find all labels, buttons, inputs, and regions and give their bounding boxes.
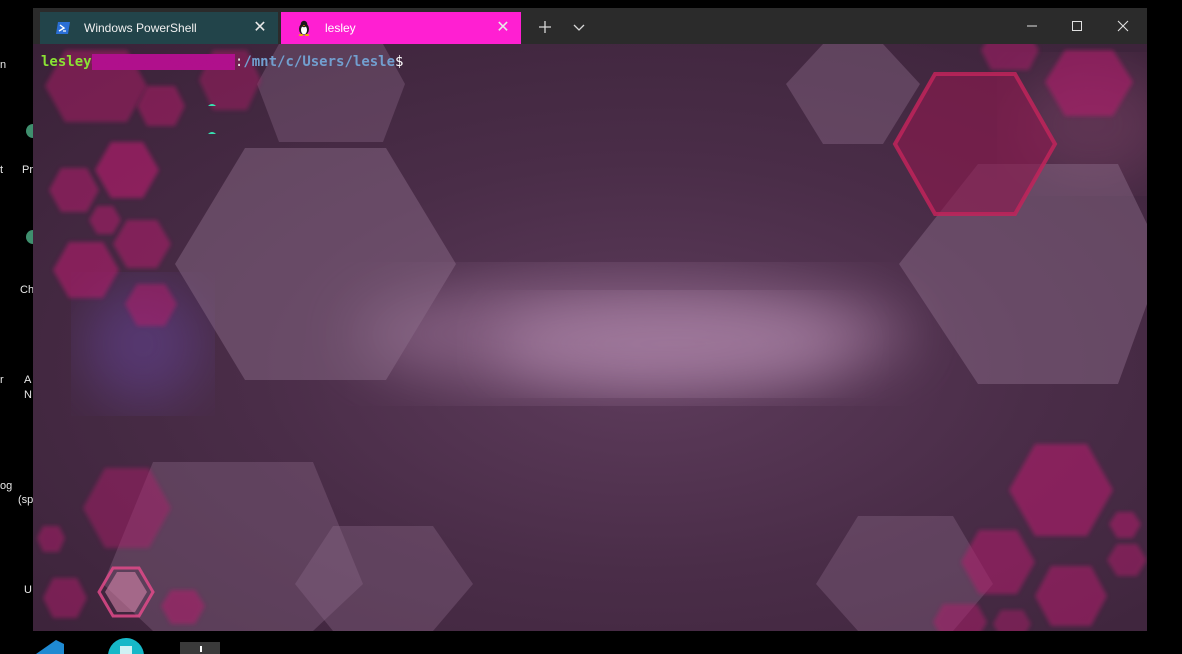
terminal-content[interactable]: lesley@DESKTOP-XXXXXXXX:/mnt/c/Users/les…: [33, 44, 1147, 631]
close-tab-icon[interactable]: ✕: [495, 20, 511, 36]
desktop-label: Pr: [22, 164, 33, 176]
minimize-button[interactable]: [1009, 8, 1055, 44]
close-icon: [1117, 20, 1129, 32]
desktop-label: r: [0, 374, 4, 386]
close-window-button[interactable]: [1100, 8, 1146, 44]
plus-icon: [539, 21, 551, 33]
windows-terminal-window: Windows PowerShell ✕ lesley ✕ lesley@DES…: [33, 8, 1147, 631]
desktop-label: t: [0, 164, 4, 176]
tab-dropdown-button[interactable]: [563, 12, 595, 42]
vscode-taskbar-icon[interactable]: [28, 636, 72, 654]
desktop-label: U: [24, 584, 32, 596]
desktop-label: N: [24, 389, 32, 401]
tab-label: lesley: [325, 21, 356, 35]
linux-penguin-icon: [295, 19, 313, 37]
desktop-label: (sp: [18, 494, 34, 506]
title-bar[interactable]: Windows PowerShell ✕ lesley ✕: [33, 8, 1147, 44]
minimize-icon: [1027, 25, 1037, 27]
app-taskbar-icon[interactable]: [104, 636, 148, 654]
new-tab-button[interactable]: [529, 12, 561, 42]
hexagon-background-image: [37, 44, 1147, 631]
maximize-icon: [1072, 21, 1082, 31]
prompt-user: lesley: [41, 54, 92, 70]
desktop-label: A: [24, 374, 32, 386]
chevron-down-icon: [573, 24, 585, 31]
prompt-path: /mnt/c/Users/lesle: [243, 54, 396, 70]
prompt-dollar: $: [395, 54, 404, 70]
terminal-taskbar-icon[interactable]: [178, 636, 222, 654]
powershell-icon: [54, 19, 72, 37]
desktop-label: Ch: [20, 284, 35, 296]
tab-label: Windows PowerShell: [84, 21, 197, 35]
tab-windows-powershell[interactable]: Windows PowerShell ✕: [40, 12, 278, 44]
desktop-label: og: [0, 480, 13, 492]
maximize-button[interactable]: [1054, 8, 1100, 44]
shell-prompt[interactable]: lesley@DESKTOP-XXXXXXXX:/mnt/c/Users/les…: [41, 53, 403, 71]
tab-lesley[interactable]: lesley ✕: [281, 12, 521, 44]
prompt-host-redacted: @DESKTOP-XXXXXXXX: [91, 54, 235, 70]
close-tab-icon[interactable]: ✕: [252, 20, 268, 36]
desktop-label: n: [0, 59, 7, 71]
